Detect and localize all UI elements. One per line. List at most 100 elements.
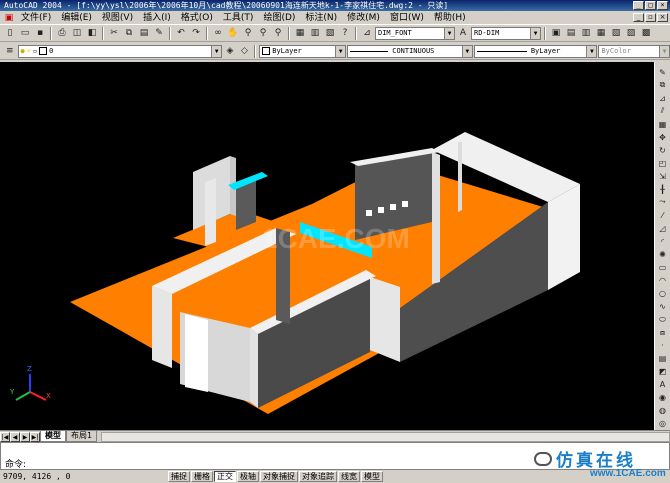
model-toggle[interactable]: 模型 bbox=[361, 471, 383, 482]
circle-icon[interactable]: ○ bbox=[656, 288, 669, 300]
stretch-icon[interactable]: ⇲ bbox=[656, 170, 669, 182]
design-center-icon[interactable]: ▥ bbox=[308, 26, 322, 40]
new-icon[interactable]: ▯ bbox=[3, 26, 17, 40]
view-icon-7[interactable]: ▩ bbox=[639, 26, 653, 40]
text-icon[interactable]: A bbox=[656, 379, 669, 391]
first-tab-icon[interactable]: |◀ bbox=[0, 431, 10, 442]
redo-icon[interactable]: ↷ bbox=[189, 26, 203, 40]
menu-edit[interactable]: 编辑(E) bbox=[56, 11, 97, 25]
linetype-select[interactable]: CONTINUOUS ▼ bbox=[347, 44, 473, 58]
doc-restore-button[interactable]: ▫ bbox=[645, 13, 656, 22]
hyperlink-icon[interactable]: ∞ bbox=[211, 26, 225, 40]
tab-layout1[interactable]: 布局1 bbox=[66, 431, 98, 442]
erase-icon[interactable]: ✎ bbox=[656, 66, 669, 78]
command-prompt[interactable]: 命令: bbox=[5, 457, 26, 470]
layer-manager-icon[interactable]: ≡ bbox=[3, 44, 17, 58]
orbit-icon[interactable]: ◎ bbox=[656, 418, 669, 430]
textstyle-icon[interactable]: A bbox=[456, 26, 470, 40]
menu-insert[interactable]: 插入(I) bbox=[138, 11, 176, 25]
extend-icon[interactable]: ⤳ bbox=[656, 196, 669, 208]
layer-previous-icon[interactable]: ◇ bbox=[238, 44, 252, 58]
menu-modify[interactable]: 修改(M) bbox=[342, 11, 385, 25]
view-icon-3[interactable]: ▥ bbox=[579, 26, 593, 40]
pan-icon[interactable]: ✋ bbox=[226, 26, 240, 40]
plotstyle-select[interactable]: ByColor ▼ bbox=[598, 44, 670, 58]
snap-toggle[interactable]: 捕捉 bbox=[168, 471, 190, 482]
offset-icon[interactable]: ⫽ bbox=[656, 105, 669, 117]
publish-icon[interactable]: ◧ bbox=[85, 26, 99, 40]
make-current-icon[interactable]: ◈ bbox=[223, 44, 237, 58]
lineweight-select[interactable]: ByLayer ▼ bbox=[473, 44, 598, 58]
polar-toggle[interactable]: 极轴 bbox=[237, 471, 259, 482]
block-icon[interactable]: ⧈ bbox=[656, 327, 669, 339]
zoom-realtime-icon[interactable]: ⚲ bbox=[241, 26, 255, 40]
fillet-icon[interactable]: ◜ bbox=[656, 235, 669, 247]
otrack-toggle[interactable]: 对象追踪 bbox=[299, 471, 337, 482]
hatch-icon[interactable]: ▤ bbox=[656, 353, 669, 365]
view-icon-1[interactable]: ▣ bbox=[549, 26, 563, 40]
trim-icon[interactable]: ╂ bbox=[656, 183, 669, 195]
ortho-toggle[interactable]: 正交 bbox=[214, 471, 236, 482]
close-button[interactable]: × bbox=[657, 1, 668, 10]
menu-help[interactable]: 帮助(H) bbox=[429, 11, 471, 25]
menu-format[interactable]: 格式(O) bbox=[176, 11, 218, 25]
ellipse-icon[interactable]: ⬭ bbox=[656, 314, 669, 326]
osnap-toggle[interactable]: 对象捕捉 bbox=[260, 471, 298, 482]
menu-window[interactable]: 窗口(W) bbox=[385, 11, 429, 25]
prev-tab-icon[interactable]: ◀ bbox=[10, 431, 20, 442]
last-tab-icon[interactable]: ▶| bbox=[30, 431, 40, 442]
lineweight-toggle[interactable]: 线宽 bbox=[338, 471, 360, 482]
doc-minimize-button[interactable]: _ bbox=[633, 13, 644, 22]
chamfer-icon[interactable]: ◿ bbox=[656, 222, 669, 234]
horizontal-scrollbar[interactable] bbox=[101, 431, 670, 442]
grid-toggle[interactable]: 栅格 bbox=[191, 471, 213, 482]
zoom-previous-icon[interactable]: ⚲ bbox=[271, 26, 285, 40]
rectangle-icon[interactable]: ▭ bbox=[656, 261, 669, 273]
minimize-button[interactable]: _ bbox=[633, 1, 644, 10]
cut-icon[interactable]: ✂ bbox=[107, 26, 121, 40]
arc-icon[interactable]: ◠ bbox=[656, 275, 669, 287]
dimstyle-icon[interactable]: ⊿ bbox=[360, 26, 374, 40]
next-tab-icon[interactable]: ▶ bbox=[20, 431, 30, 442]
view-icon-4[interactable]: ▦ bbox=[594, 26, 608, 40]
properties-icon[interactable]: ▦ bbox=[293, 26, 307, 40]
doc-close-button[interactable]: × bbox=[657, 13, 668, 22]
spline-icon[interactable]: ∿ bbox=[656, 301, 669, 313]
drawing-viewport[interactable]: 1CAE.COM Z Y X bbox=[0, 62, 654, 430]
region-icon[interactable]: ◩ bbox=[656, 366, 669, 378]
maximize-button[interactable]: □ bbox=[645, 1, 656, 10]
tool-palette-icon[interactable]: ▧ bbox=[323, 26, 337, 40]
match-properties-icon[interactable]: ✎ bbox=[152, 26, 166, 40]
menu-draw[interactable]: 绘图(D) bbox=[258, 11, 300, 25]
dimstyle-select[interactable]: DIM_FONT ▼ bbox=[375, 26, 455, 40]
point-icon[interactable]: · bbox=[656, 340, 669, 352]
mirror-icon[interactable]: ⊿ bbox=[656, 92, 669, 104]
break-icon[interactable]: ⁄ bbox=[656, 209, 669, 221]
undo-icon[interactable]: ↶ bbox=[174, 26, 188, 40]
app-icon[interactable]: ▣ bbox=[2, 11, 16, 25]
layer-select[interactable]: ● ☼ ▫ 0 ▼ bbox=[17, 44, 223, 58]
color-select[interactable]: ByLayer ▼ bbox=[259, 44, 347, 58]
save-icon[interactable]: ▪ bbox=[33, 26, 47, 40]
rotate-icon[interactable]: ↻ bbox=[656, 144, 669, 156]
scale-icon[interactable]: ◰ bbox=[656, 157, 669, 169]
menu-view[interactable]: 视图(V) bbox=[97, 11, 138, 25]
menu-tools[interactable]: 工具(T) bbox=[218, 11, 259, 25]
render-icon[interactable]: ◉ bbox=[656, 392, 669, 404]
open-icon[interactable]: ▭ bbox=[18, 26, 32, 40]
tab-model[interactable]: 模型 bbox=[40, 431, 66, 442]
paste-icon[interactable]: ▤ bbox=[137, 26, 151, 40]
view-icon-2[interactable]: ▤ bbox=[564, 26, 578, 40]
array-icon[interactable]: ▦ bbox=[656, 118, 669, 130]
explode-icon[interactable]: ✺ bbox=[656, 248, 669, 260]
preview-icon[interactable]: ◫ bbox=[70, 26, 84, 40]
view-icon-5[interactable]: ▧ bbox=[609, 26, 623, 40]
copy-icon[interactable]: ⧉ bbox=[122, 26, 136, 40]
menu-dimension[interactable]: 标注(N) bbox=[300, 11, 342, 25]
textstyle-select[interactable]: RD-DIM ▼ bbox=[471, 26, 541, 40]
print-icon[interactable]: ⎙ bbox=[55, 26, 69, 40]
copy-object-icon[interactable]: ⧉ bbox=[656, 79, 669, 91]
help-icon[interactable]: ? bbox=[338, 26, 352, 40]
menu-file[interactable]: 文件(F) bbox=[16, 11, 56, 25]
move-icon[interactable]: ✥ bbox=[656, 131, 669, 143]
